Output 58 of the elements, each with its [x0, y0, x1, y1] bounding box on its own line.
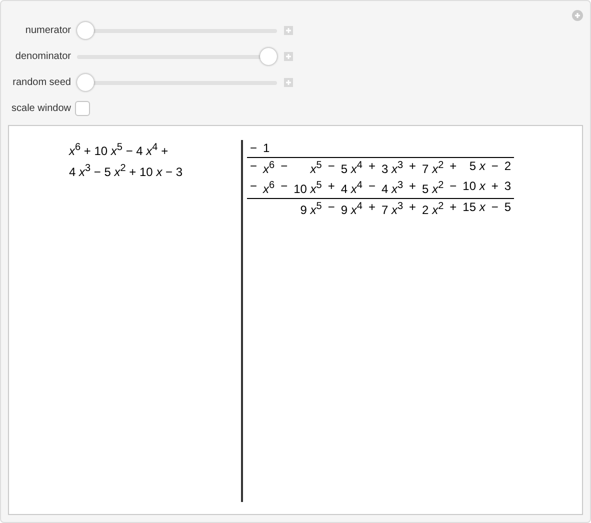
slider-thumb[interactable]	[260, 48, 277, 64]
division-term: −	[326, 158, 336, 175]
division-term: −	[490, 199, 500, 216]
slider-label: denominator	[14, 50, 71, 62]
division-term: 5 x	[468, 158, 486, 175]
polynomial-text: x$^{6}$ + 10 x$^{5}$ − 4 x$^{4}$ +	[69, 144, 168, 158]
slider-thumb[interactable]	[77, 74, 94, 90]
division-term: x$^{6}$	[262, 179, 276, 198]
division-term: −	[249, 178, 258, 195]
division-term: 9 x$^{5}$	[299, 200, 323, 219]
division-term: 5 x$^{2}$	[421, 179, 445, 198]
slider-label: random seed	[12, 76, 71, 88]
checkbox[interactable]	[75, 100, 90, 116]
division-term: 2 x$^{2}$	[421, 200, 445, 219]
division-term: +	[408, 178, 418, 195]
division-term: −	[280, 178, 289, 195]
slider-thumb[interactable]	[77, 22, 94, 38]
quotient-text: −	[249, 140, 258, 157]
plus-button[interactable]	[284, 26, 293, 34]
slider-track[interactable]	[77, 22, 277, 38]
division-term: −	[280, 158, 289, 175]
division-term: 3	[503, 178, 512, 195]
slider-track[interactable]	[77, 74, 277, 90]
plus-button[interactable]	[284, 78, 293, 86]
division-term: 4 x$^{3}$	[380, 179, 404, 198]
division-term: +	[408, 199, 418, 216]
division-term: −	[249, 158, 258, 175]
plus-button[interactable]	[284, 52, 293, 60]
division-term: x$^{5}$	[309, 159, 323, 178]
division-term: 10 x	[462, 178, 486, 195]
checkbox-label: scale window	[10, 102, 71, 114]
division-term: 3 x$^{3}$	[380, 159, 404, 178]
quotient-text: 1	[262, 140, 271, 157]
division-term: 9 x$^{4}$	[340, 200, 364, 219]
division-term: −	[490, 158, 500, 175]
division-term: 7 x$^{2}$	[421, 159, 445, 178]
slider-track[interactable]	[77, 48, 277, 64]
division-term: +	[326, 178, 336, 195]
division-term: −	[326, 199, 336, 216]
division-term: 4 x$^{4}$	[340, 179, 364, 198]
division-term: −	[367, 178, 376, 195]
division-term: +	[448, 158, 458, 175]
polynomial-text: 4 x$^{3}$ − 5 x$^{2}$ + 10 x − 3	[69, 165, 183, 179]
division-term: +	[490, 178, 500, 195]
division-term: 7 x$^{3}$	[380, 200, 404, 219]
slider-label: numerator	[24, 24, 71, 36]
division-term: 2	[503, 158, 512, 175]
division-term: 5 x$^{4}$	[340, 159, 364, 178]
division-term: −	[448, 178, 458, 195]
division-term: 5	[503, 199, 512, 216]
division-term: +	[367, 199, 376, 216]
division-term: +	[367, 158, 376, 175]
division-term: +	[448, 199, 458, 216]
expand-icon[interactable]	[572, 10, 583, 21]
division-term: 10 x$^{5}$	[292, 179, 323, 198]
division-term: +	[408, 158, 418, 175]
division-term: x$^{6}$	[262, 159, 276, 178]
division-term: 15 x	[462, 199, 486, 216]
